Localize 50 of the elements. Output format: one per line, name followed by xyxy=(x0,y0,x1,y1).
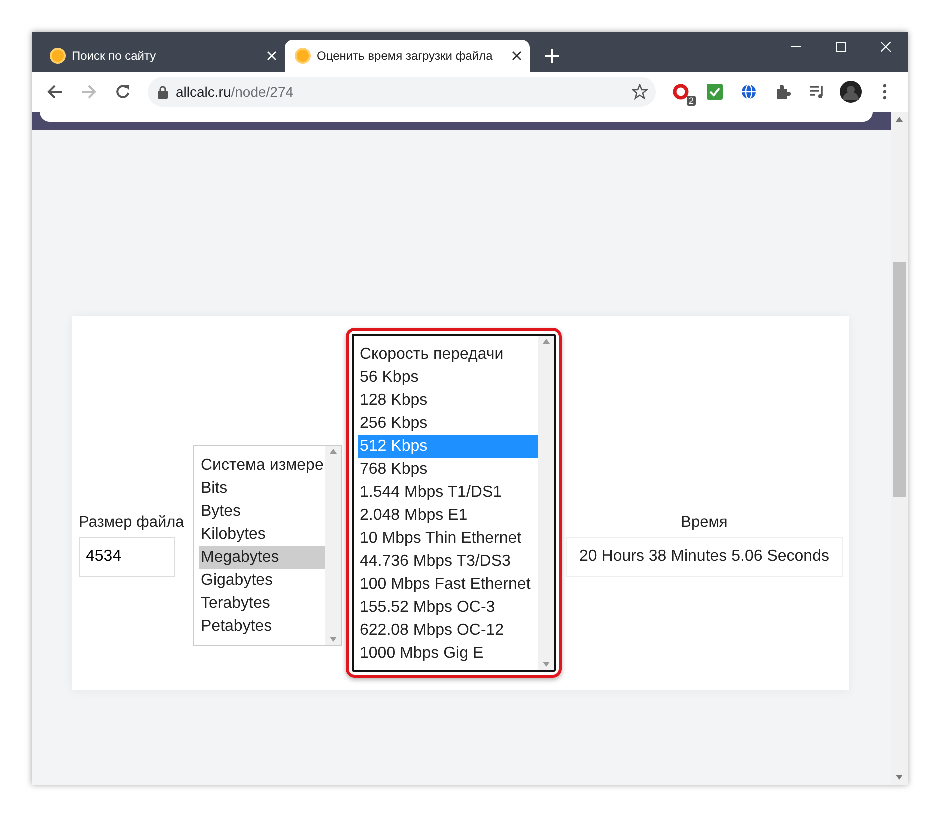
list-option[interactable]: 56 Kbps xyxy=(358,366,538,389)
favicon-icon xyxy=(50,48,66,64)
result-field: 20 Hours 38 Minutes 5.06 Seconds xyxy=(566,537,843,578)
list-option[interactable]: Megabytes xyxy=(199,546,325,568)
list-option[interactable]: 155.52 Mbps OC-3 xyxy=(358,596,538,619)
list-option[interactable]: 44.736 Mbps T3/DS3 xyxy=(358,550,538,573)
playlist-icon[interactable] xyxy=(809,84,825,100)
list-option[interactable]: Terabytes xyxy=(199,592,325,614)
avatar-icon[interactable] xyxy=(840,81,862,103)
star-icon[interactable] xyxy=(632,84,648,100)
unit-list[interactable]: Система измере Bits Bytes Kilobytes Megabytes Gigabytes Terabytes Petabytes xyxy=(193,444,342,646)
url-text[interactable]: allcalc.ru/node/274 xyxy=(176,82,294,102)
puzzle-icon[interactable] xyxy=(775,84,791,100)
check-icon[interactable] xyxy=(707,84,723,100)
list-option[interactable]: 768 Kbps xyxy=(358,458,538,481)
close-icon[interactable] xyxy=(512,51,522,61)
browser-tab[interactable]: Поиск по сайту xyxy=(40,40,285,72)
list-option[interactable]: Система измере xyxy=(199,454,325,476)
input-field[interactable]: 4534 xyxy=(79,537,175,578)
list-option[interactable]: Gigabytes xyxy=(199,568,325,592)
scrollbar[interactable] xyxy=(891,112,908,785)
plus-icon xyxy=(545,49,559,63)
field-label: Время xyxy=(681,512,728,533)
list-option[interactable]: 1.544 Mbps T1/DS1 xyxy=(358,481,538,504)
address-bar[interactable]: allcalc.ru/node/274 xyxy=(148,77,656,107)
list-option[interactable]: 10 Mbps Thin Ethernet xyxy=(358,527,538,550)
favicon-icon xyxy=(295,48,311,64)
globe-icon[interactable] xyxy=(741,84,757,100)
list-option[interactable]: 622.08 Mbps OC-12 xyxy=(358,619,538,642)
back-arrow-icon[interactable] xyxy=(47,84,63,100)
ring-icon[interactable] xyxy=(673,84,689,100)
list-option[interactable]: Petabytes xyxy=(199,614,325,638)
scroll-down-icon[interactable] xyxy=(896,775,903,780)
field-label: Размер файла xyxy=(79,512,186,533)
scroll-up-icon[interactable] xyxy=(896,117,903,122)
list-option[interactable]: 100 Mbps Fast Ethernet xyxy=(358,573,538,596)
list-option[interactable]: 1000 Mbps Gig E xyxy=(358,642,538,665)
menu-icon[interactable] xyxy=(883,84,887,100)
reload-icon[interactable] xyxy=(115,84,131,100)
list-option[interactable]: Bytes xyxy=(199,500,325,522)
list-option[interactable]: Bits xyxy=(199,476,325,500)
maximize-icon[interactable] xyxy=(836,42,846,52)
browser-tab[interactable]: Оценить время загрузки файла xyxy=(285,40,530,72)
list-option[interactable]: 256 Kbps xyxy=(358,412,538,435)
lock-icon xyxy=(158,86,168,98)
list-option[interactable]: 2.048 Mbps E1 xyxy=(358,504,538,527)
list-option[interactable]: Скорость передачи xyxy=(358,343,538,366)
list-option[interactable]: 128 Kbps xyxy=(358,389,538,412)
extension-badge: 2 xyxy=(686,96,696,106)
list-option[interactable]: Kilobytes xyxy=(199,522,325,546)
